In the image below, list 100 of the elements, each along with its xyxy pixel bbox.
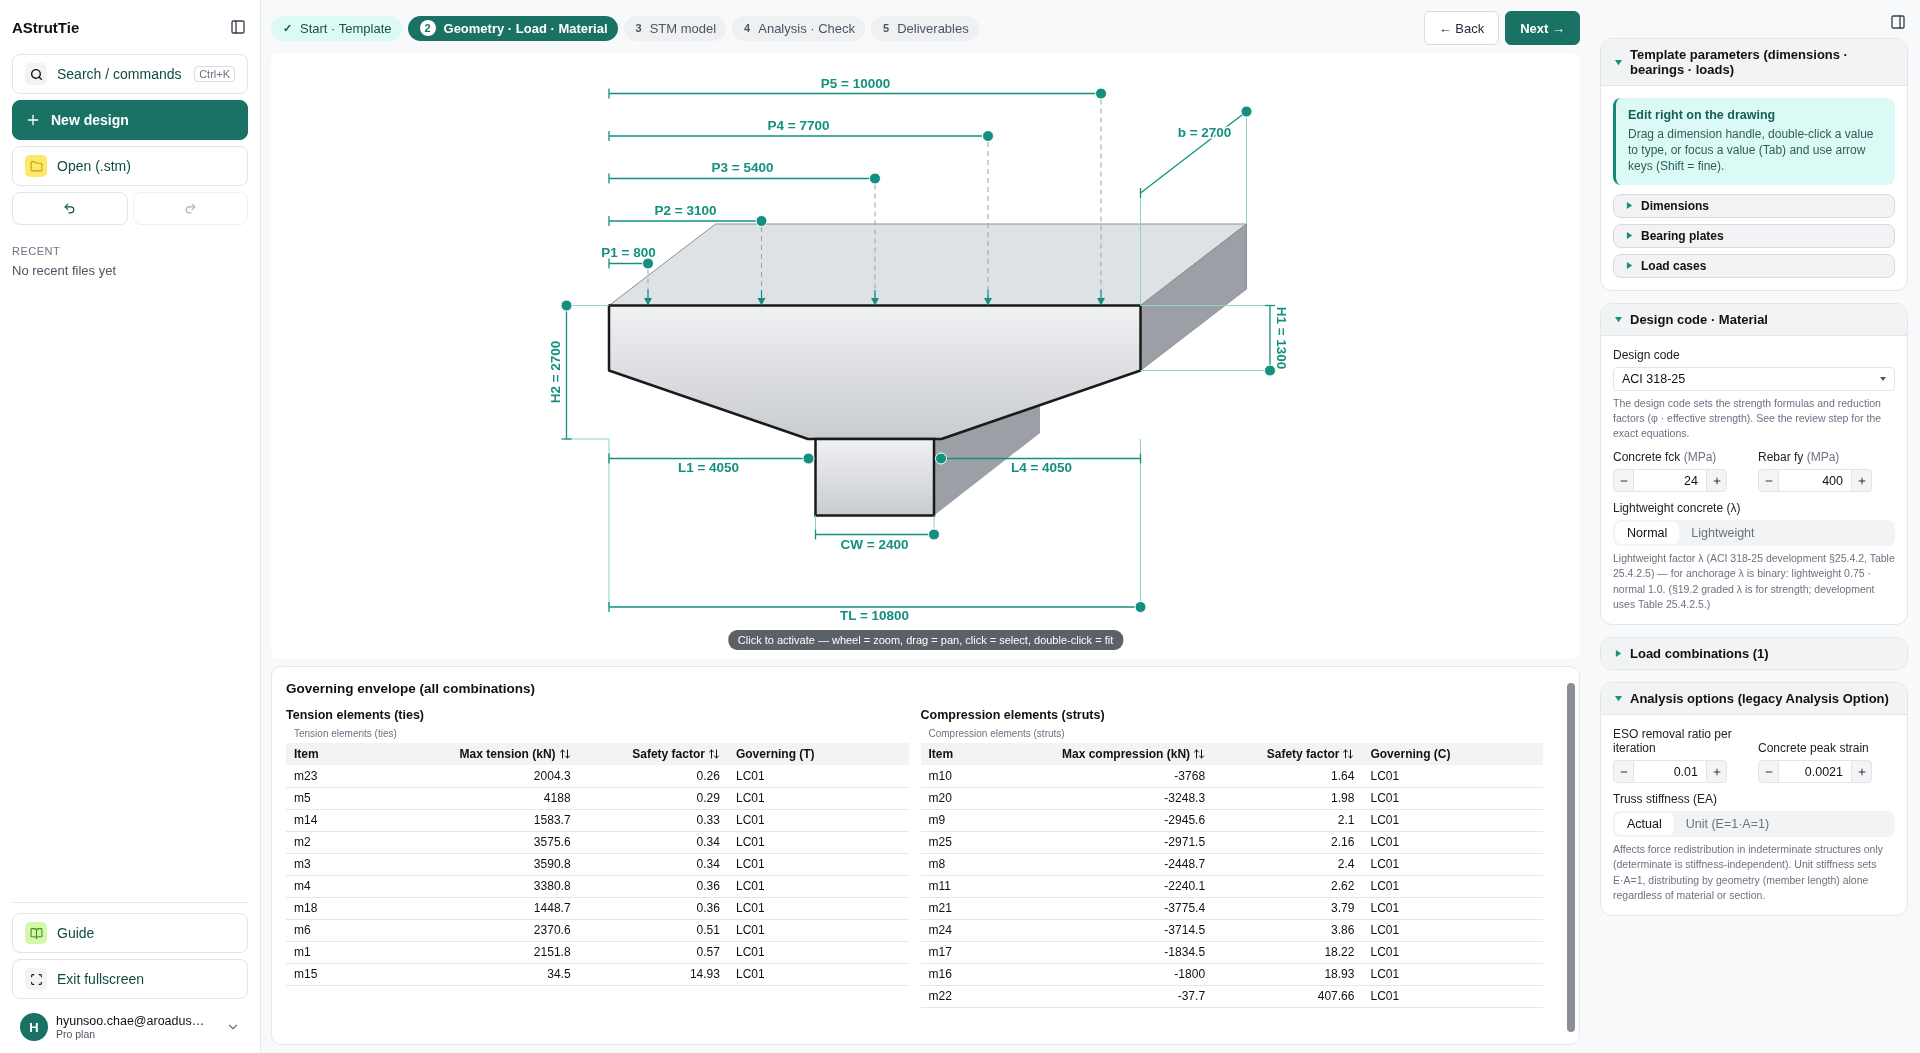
step-tab[interactable]: 4 Analysis · Check (732, 15, 866, 41)
table-cell: 2.1 (1213, 809, 1363, 831)
number-field[interactable]: 0.01 (1634, 760, 1706, 784)
section-header[interactable]: Template parameters (dimensions · bearings · loads) (1601, 39, 1907, 86)
sort-icon (1193, 748, 1206, 760)
column-header[interactable]: Safety factor (578, 743, 728, 765)
segment-option[interactable]: Lightweight (1679, 522, 1767, 545)
segment-option[interactable]: Unit (E=1·A=1) (1673, 813, 1782, 836)
plus-icon (1711, 475, 1722, 486)
caret-icon (1626, 202, 1633, 210)
select-field[interactable]: ACI 318-25 (1613, 366, 1895, 391)
table-cell: 3575.6 (379, 831, 579, 853)
number-field[interactable]: 400 (1779, 469, 1851, 493)
caret-icon (1626, 262, 1633, 270)
dimension-value[interactable]: L4 = 4050 (1010, 460, 1073, 475)
dimension-value[interactable]: CW = 2400 (840, 536, 909, 552)
table-cell: LC01 (727, 875, 909, 897)
column-header[interactable]: Max tension (kN) (379, 743, 579, 765)
table-cell: LC01 (1362, 941, 1543, 963)
table-cell: m17 (920, 941, 1014, 963)
increment-button[interactable] (1851, 469, 1872, 493)
empty-message: No recent files yet (12, 263, 118, 278)
table-cell: 3.79 (1213, 897, 1363, 919)
table-cell: m6 (286, 919, 380, 941)
unit-label: (MPa) (1683, 450, 1717, 465)
guide-button[interactable]: Guide (12, 913, 248, 953)
drag-handle[interactable] (1240, 105, 1253, 118)
dimension-value[interactable]: P1 = 800 (601, 244, 656, 260)
sort-icon (707, 748, 720, 760)
panel-toggle-icon[interactable] (1888, 12, 1908, 32)
back-button[interactable]: ← Back (1423, 11, 1500, 45)
decrement-button[interactable] (1758, 760, 1779, 784)
table-cell: m1 (286, 941, 380, 963)
drag-handle[interactable] (560, 299, 573, 312)
open-button[interactable]: Open (.stm) (12, 146, 248, 186)
decrement-button[interactable] (1613, 469, 1634, 493)
number-field[interactable]: 24 (1634, 469, 1706, 493)
table-heading: Compression elements (struts) (920, 708, 1106, 722)
table-cell: 0.36 (578, 875, 728, 897)
table-cell: m4 (286, 875, 380, 897)
table-cell: LC01 (727, 853, 909, 875)
drag-handle[interactable] (1134, 601, 1147, 613)
accordion-header[interactable]: Dimensions (1613, 193, 1895, 218)
table-cell: LC01 (727, 897, 909, 919)
sort-icon (558, 748, 571, 760)
drag-handle[interactable] (935, 452, 947, 465)
drag-handle[interactable] (642, 257, 654, 270)
dimension-value[interactable]: P3 = 5400 (711, 160, 774, 175)
drag-handle[interactable] (755, 215, 768, 227)
section-header[interactable]: Design code · Material (1601, 303, 1907, 336)
unit-label: (MPa) (1806, 450, 1840, 465)
decrement-button[interactable] (1613, 760, 1634, 784)
app-title: AStrutTie (12, 18, 80, 36)
dimension-value[interactable]: TL = 10800 (839, 607, 910, 623)
dimension-value[interactable]: H2 = 2700 (548, 340, 563, 404)
step-tab[interactable]: 2 Geometry · Load · Material (407, 15, 618, 41)
increment-button[interactable] (1706, 760, 1727, 784)
step-tab[interactable]: 5 Deliverables (871, 15, 979, 41)
redo-icon (183, 202, 197, 215)
drag-handle[interactable] (1264, 364, 1276, 377)
increment-button[interactable] (1706, 469, 1727, 493)
drag-handle[interactable] (1095, 87, 1107, 100)
section-header[interactable]: Load combinations (1) (1601, 638, 1907, 670)
dimension-value[interactable]: L1 = 4050 (677, 460, 740, 475)
folder-icon (29, 159, 43, 173)
segment-option[interactable]: Actual (1615, 813, 1674, 836)
accordion-header[interactable]: Load cases (1613, 253, 1895, 278)
number-field[interactable]: 0.0021 (1779, 760, 1851, 784)
increment-button[interactable] (1851, 760, 1872, 784)
column-header[interactable]: Max compression (kN) (1013, 743, 1214, 765)
dimension-value[interactable]: H1 = 1300 (1274, 306, 1289, 370)
table-cell: m5 (286, 787, 380, 809)
table-cell: m10 (920, 765, 1014, 787)
drag-handle[interactable] (928, 528, 940, 541)
table-cell: 1.98 (1213, 787, 1363, 809)
dimension-value[interactable]: P5 = 10000 (820, 75, 891, 91)
table-cell: 0.34 (578, 831, 728, 853)
decrement-button[interactable] (1758, 469, 1779, 493)
dimension-value[interactable]: P4 = 7700 (767, 117, 830, 133)
drag-handle[interactable] (982, 130, 994, 142)
scrollbar[interactable] (1567, 683, 1575, 1032)
search-button[interactable]: Search / commands Ctrl+K (12, 54, 248, 94)
new-design-button[interactable]: New design (12, 100, 248, 140)
plus-icon (1856, 475, 1867, 486)
table-cell: LC01 (1362, 787, 1543, 809)
column-header[interactable]: Safety factor (1213, 743, 1363, 765)
fullscreen-button[interactable]: Exit fullscreen (12, 959, 248, 999)
sidebar-toggle-icon[interactable] (228, 17, 248, 37)
step-tab[interactable]: 3 STM model (623, 15, 727, 41)
table-cell: 0.26 (578, 765, 728, 787)
next-button[interactable]: Next → (1505, 11, 1580, 45)
drag-handle[interactable] (802, 452, 815, 465)
drag-handle[interactable] (869, 172, 881, 185)
table-cell: m23 (286, 765, 380, 787)
dimension-value[interactable]: P2 = 3100 (654, 202, 717, 218)
segment-option[interactable]: Normal (1615, 522, 1680, 545)
step-tab[interactable]: ✓ Start · Template (271, 15, 402, 41)
section-header[interactable]: Analysis options (legacy Analysis Option) (1601, 683, 1907, 716)
accordion-header[interactable]: Bearing plates (1613, 223, 1895, 248)
table-cell: 2004.3 (379, 765, 579, 787)
